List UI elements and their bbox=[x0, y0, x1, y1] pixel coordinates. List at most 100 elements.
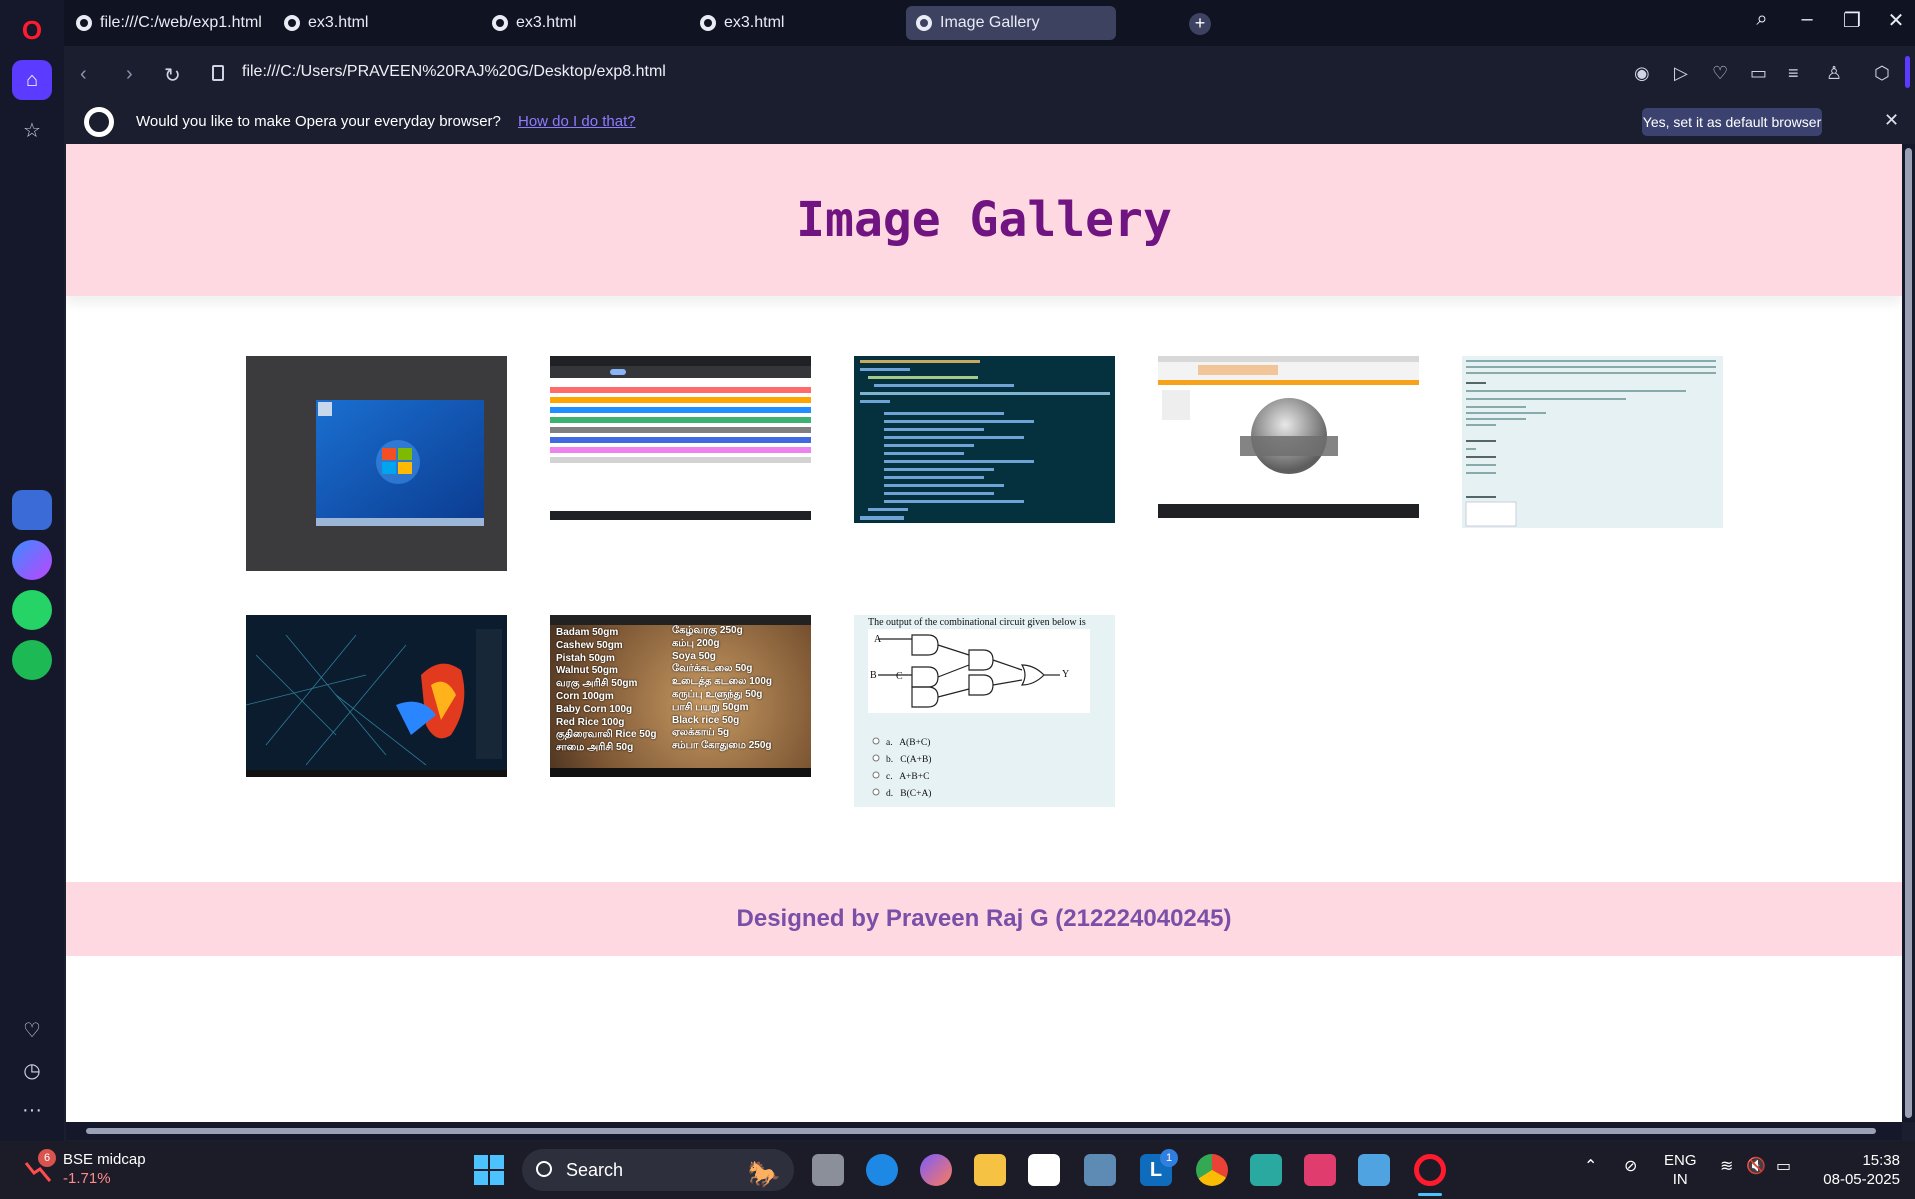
widget-value: -1.71% bbox=[63, 1170, 111, 1187]
network-off-icon[interactable]: ⊘ bbox=[1624, 1157, 1637, 1176]
grain-item: Walnut 50gm bbox=[556, 665, 618, 677]
video-title-bar bbox=[550, 615, 811, 625]
clock-time: 15:38 bbox=[1862, 1152, 1900, 1169]
volume-muted-icon[interactable]: 🔇 bbox=[1746, 1157, 1766, 1176]
forward-icon[interactable]: › bbox=[126, 63, 133, 86]
grain-item: Badam 50gm bbox=[556, 627, 619, 638]
vertical-scroll-thumb[interactable] bbox=[1905, 148, 1912, 1118]
gallery-image-1[interactable] bbox=[246, 356, 507, 571]
emulator-icon[interactable] bbox=[1304, 1154, 1336, 1186]
active-app-indicator bbox=[1418, 1193, 1442, 1196]
battery-saver-icon[interactable]: ▭ bbox=[1750, 63, 1767, 84]
minimize-button[interactable]: – bbox=[1789, 8, 1825, 31]
messenger-icon[interactable] bbox=[12, 540, 52, 580]
grain-item: ஏலக்காய் 5g bbox=[672, 727, 730, 739]
more-icon[interactable]: ··· bbox=[12, 1090, 52, 1130]
default-browser-infobar: Would you like to make Opera your everyd… bbox=[64, 102, 1915, 142]
close-window-button[interactable]: ✕ bbox=[1878, 8, 1914, 33]
gallery-image-7[interactable]: Badam 50gm Cashew 50gm Pistah 50gm Walnut 5… bbox=[550, 615, 811, 777]
wifi-icon[interactable]: ≋ bbox=[1720, 1157, 1733, 1176]
tab-label: ex3.html bbox=[308, 14, 369, 31]
snapshot-icon[interactable]: ◉ bbox=[1634, 63, 1650, 84]
address-bar: ‹ › ↻ file:///C:/Users/PRAVEEN%20RAJ%20G… bbox=[64, 53, 1864, 97]
taskbar-search[interactable]: Search 🐎 bbox=[522, 1149, 794, 1191]
gallery-image-8[interactable]: The output of the combinational circuit … bbox=[854, 615, 1115, 807]
circuit-label-c: C bbox=[896, 671, 903, 682]
gallery-image-5[interactable] bbox=[1462, 356, 1723, 528]
spotify-icon[interactable] bbox=[12, 640, 52, 680]
horizontal-scroll-thumb[interactable] bbox=[86, 1128, 1876, 1134]
tab-label: ex3.html bbox=[516, 14, 577, 31]
show-hidden-icons[interactable]: ⌃ bbox=[1584, 1157, 1597, 1176]
grain-item: Soya 50g bbox=[672, 650, 716, 662]
page-info-icon[interactable] bbox=[212, 65, 224, 81]
microsoft-store-icon[interactable] bbox=[1028, 1154, 1060, 1186]
set-default-button[interactable]: Yes, set it as default browser bbox=[1642, 108, 1822, 136]
flow-icon[interactable]: ▷ bbox=[1674, 63, 1688, 84]
tab-label: Image Gallery bbox=[940, 14, 1040, 31]
history-icon[interactable]: ◷ bbox=[12, 1050, 52, 1090]
code-editor-icon[interactable] bbox=[1250, 1154, 1282, 1186]
grain-item: Pistah 50gm bbox=[556, 652, 615, 664]
search-placeholder: Search bbox=[566, 1160, 624, 1180]
close-icon[interactable]: ✕ bbox=[1884, 110, 1899, 131]
file-explorer-icon[interactable] bbox=[974, 1154, 1006, 1186]
home-icon[interactable]: ⌂ bbox=[12, 60, 52, 100]
horizontal-scrollbar[interactable] bbox=[66, 1122, 1902, 1140]
stock-widget[interactable]: BSE midcap -1.71% bbox=[63, 1150, 146, 1188]
clock[interactable]: 15:38 08-05-2025 bbox=[1818, 1151, 1900, 1189]
infobar-help-link[interactable]: How do I do that? bbox=[518, 113, 636, 130]
gallery-image-3[interactable] bbox=[854, 356, 1115, 523]
page-title: Image Gallery bbox=[796, 192, 1172, 248]
opera-icon[interactable] bbox=[1414, 1154, 1446, 1186]
desktop-screenshot-image bbox=[316, 400, 484, 526]
battery-icon[interactable]: ▭ bbox=[1776, 1157, 1791, 1176]
aria-icon[interactable] bbox=[12, 490, 52, 530]
vertical-scrollbar[interactable] bbox=[1902, 144, 1915, 1122]
back-icon[interactable]: ‹ bbox=[80, 63, 87, 86]
copilot-icon[interactable] bbox=[920, 1154, 952, 1186]
tab-ex3-a[interactable]: ex3.html bbox=[274, 6, 474, 40]
language-indicator[interactable]: ENG IN bbox=[1664, 1151, 1697, 1189]
edge-icon[interactable] bbox=[866, 1154, 898, 1186]
windows-start-icon[interactable] bbox=[474, 1155, 504, 1185]
task-view-icon[interactable] bbox=[812, 1154, 844, 1186]
tab-label: file:///C:/web/exp1.html bbox=[100, 14, 262, 31]
keyboard-app-icon[interactable] bbox=[1084, 1154, 1116, 1186]
page-footer: Designed by Praveen Raj G (212224040245) bbox=[66, 882, 1902, 956]
tab-image-gallery[interactable]: Image Gallery bbox=[906, 6, 1116, 40]
color-list-image bbox=[550, 356, 811, 520]
reload-icon[interactable]: ↻ bbox=[164, 63, 181, 88]
new-tab-button[interactable]: + bbox=[1189, 13, 1211, 35]
extensions-icon[interactable]: ⬡ bbox=[1874, 63, 1890, 84]
tab-ex3-c[interactable]: ex3.html bbox=[690, 6, 890, 40]
notepad-icon[interactable] bbox=[1358, 1154, 1390, 1186]
circuit-option: c. A+B+C bbox=[886, 772, 930, 782]
tab-label: ex3.html bbox=[724, 14, 785, 31]
profile-icon[interactable]: ♙ bbox=[1826, 63, 1842, 84]
url-field[interactable]: file:///C:/Users/PRAVEEN%20RAJ%20G/Deskt… bbox=[242, 63, 666, 81]
star-icon[interactable]: ☆ bbox=[12, 110, 52, 150]
windows-taskbar: 6 BSE midcap -1.71% Search 🐎 L 1 ⌃ ⊘ ENG… bbox=[0, 1141, 1915, 1199]
whatsapp-icon[interactable] bbox=[12, 590, 52, 630]
gallery-image-2[interactable] bbox=[550, 356, 811, 520]
tab-exp1[interactable]: file:///C:/web/exp1.html bbox=[66, 6, 266, 40]
opera-menu-icon[interactable]: O bbox=[12, 10, 52, 50]
opera-logo-icon bbox=[84, 107, 114, 137]
heart-icon[interactable]: ♡ bbox=[12, 1010, 52, 1050]
grain-item: குதிரைவாலி Rice 50g bbox=[556, 729, 657, 741]
footer-credit: Designed by Praveen Raj G (212224040245) bbox=[736, 905, 1232, 932]
gallery-image-4[interactable] bbox=[1158, 356, 1419, 518]
parrot-wallpaper-image bbox=[246, 615, 507, 777]
gallery-image-6[interactable] bbox=[246, 615, 507, 777]
easy-setup-icon[interactable]: ≡ bbox=[1788, 63, 1799, 84]
chrome-icon[interactable] bbox=[1196, 1154, 1228, 1186]
tab-ex3-b[interactable]: ex3.html bbox=[482, 6, 682, 40]
search-highlight-icon: 🐎 bbox=[747, 1159, 780, 1189]
problem-statement-image bbox=[1465, 360, 1716, 527]
grain-item: வரகு அரிசி 50gm bbox=[556, 678, 638, 690]
globe-icon bbox=[492, 15, 508, 31]
bookmark-heart-icon[interactable]: ♡ bbox=[1712, 63, 1728, 84]
search-tabs-icon[interactable]: ⌕ bbox=[1744, 8, 1780, 31]
restore-button[interactable]: ❐ bbox=[1834, 8, 1870, 33]
